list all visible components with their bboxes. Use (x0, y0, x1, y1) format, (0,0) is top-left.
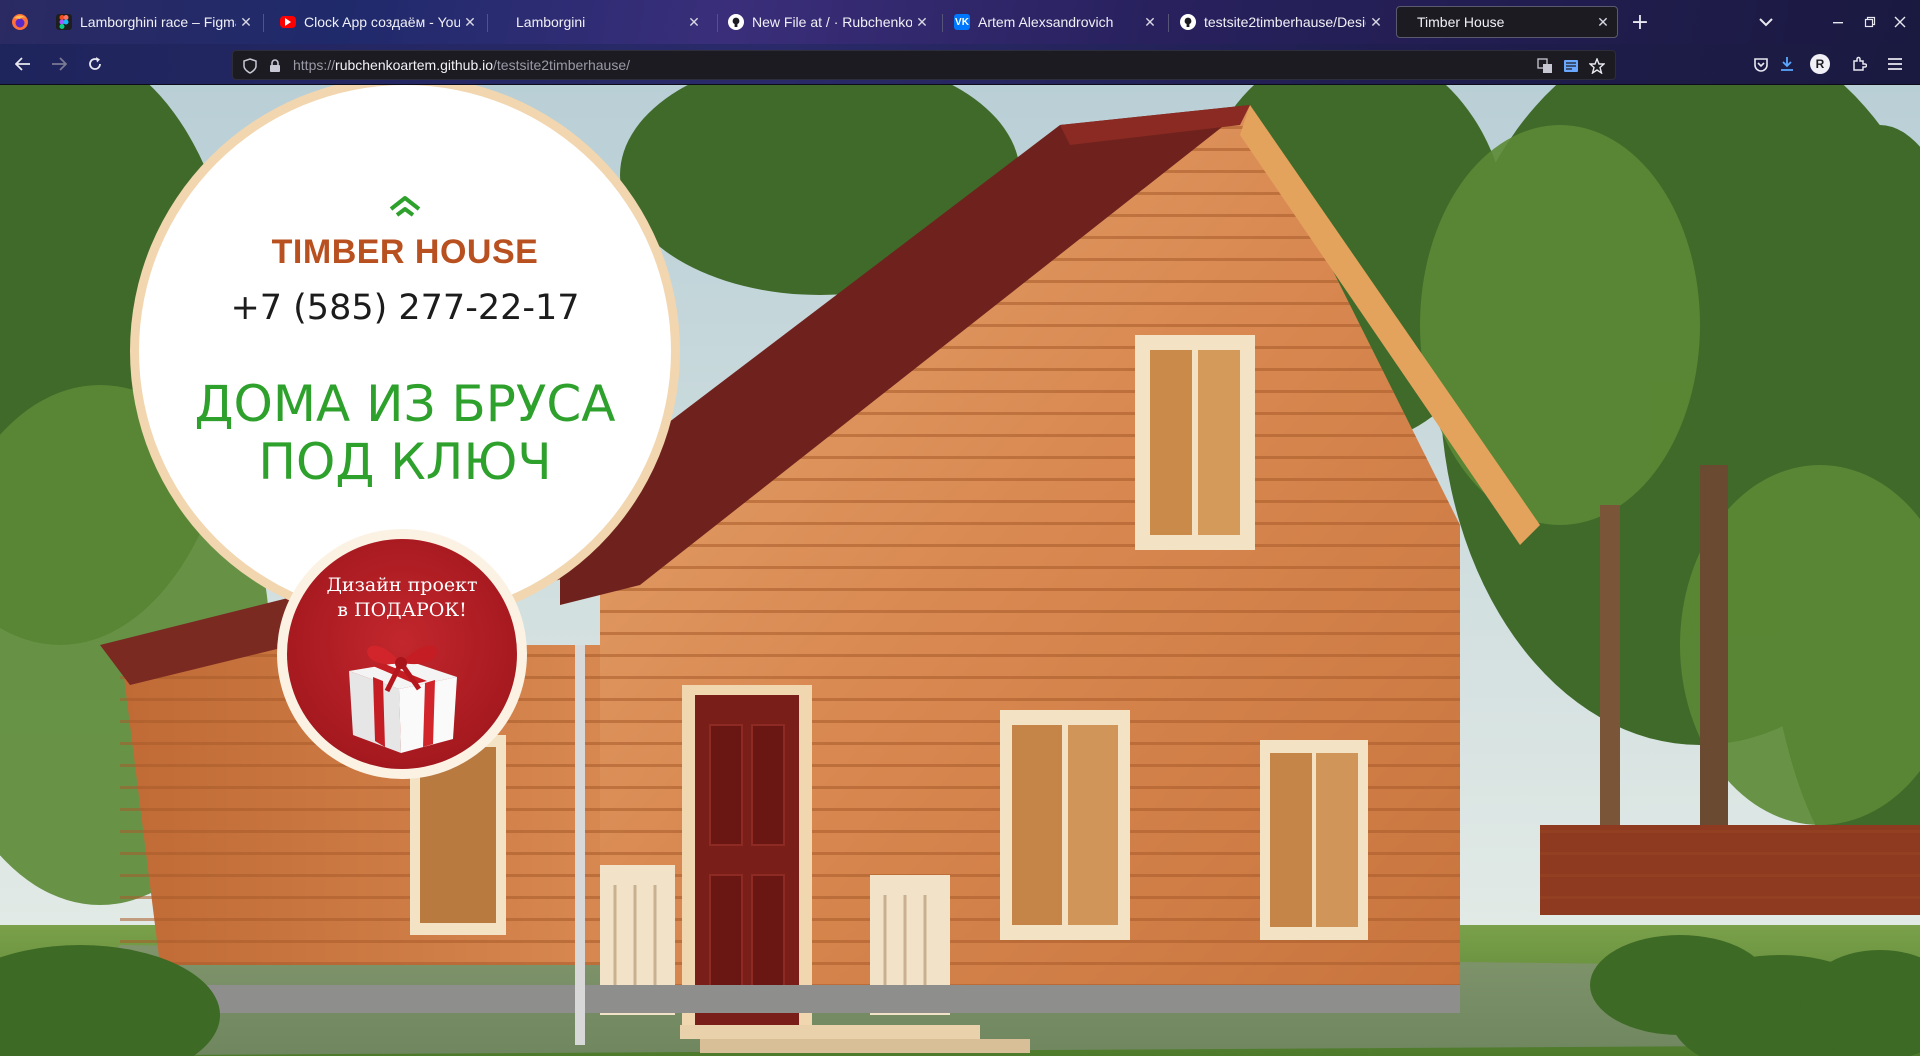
back-icon[interactable] (10, 52, 36, 76)
gift-offer-text: Дизайн проект в ПОДАРОК! (287, 573, 517, 623)
close-window-icon[interactable] (1888, 10, 1912, 34)
account-avatar[interactable]: R (1810, 54, 1830, 74)
tab-title: Timber House (1417, 14, 1505, 30)
blank-page-icon (504, 14, 506, 30)
tab-separator (263, 14, 264, 32)
gift-text-line: в ПОДАРОК! (337, 599, 467, 621)
hero-headline: ДОМА ИЗ БРУСА ПОД КЛЮЧ (139, 375, 671, 491)
url-bar[interactable]: https://rubchenkoartem.github.io/testsit… (232, 50, 1616, 80)
tab-title: Artem Alexsandrovich (978, 14, 1114, 30)
menu-icon[interactable] (1882, 52, 1908, 76)
bookmark-manager-icon[interactable] (1748, 52, 1774, 76)
list-all-tabs-icon[interactable] (1752, 10, 1780, 34)
fence (1540, 825, 1920, 915)
gift-box-icon (339, 631, 465, 755)
tab-github-design[interactable]: testsite2timberhause/Design ✕ (1170, 6, 1390, 38)
gift-offer-badge[interactable]: Дизайн проект в ПОДАРОК! (277, 529, 527, 779)
star-icon[interactable] (1587, 56, 1607, 76)
close-icon[interactable]: ✕ (460, 14, 480, 31)
tab-bar: Lamborghini race – Figma ✕ Clock App соз… (0, 0, 1920, 44)
gift-text-line: Дизайн проект (326, 574, 478, 596)
close-icon[interactable]: ✕ (912, 14, 932, 31)
new-tab-icon[interactable]: + (1626, 10, 1654, 35)
close-icon[interactable]: ✕ (684, 14, 704, 31)
tab-figma[interactable]: Lamborghini race – Figma ✕ (46, 6, 260, 38)
reload-icon[interactable] (82, 52, 108, 76)
close-icon[interactable]: ✕ (1593, 14, 1613, 31)
phone-number[interactable]: +7 (585) 277-22-17 (139, 288, 671, 328)
close-icon[interactable]: ✕ (1140, 14, 1160, 31)
tab-title: Lamborghini race – Figma (80, 14, 236, 30)
github-icon (1180, 14, 1196, 30)
extensions-icon[interactable] (1846, 52, 1872, 76)
firefox-icon[interactable] (8, 10, 32, 34)
blank-page-icon (1407, 14, 1409, 30)
translate-icon[interactable] (1535, 56, 1555, 76)
url-scheme: https:// (293, 57, 336, 73)
headline-line: ДОМА ИЗ БРУСА (194, 375, 616, 433)
headline-line: ПОД КЛЮЧ (258, 433, 552, 491)
url-text[interactable]: https://rubchenkoartem.github.io/testsit… (293, 57, 630, 73)
brand-name[interactable]: TIMBER HOUSE (139, 233, 671, 272)
house-logo-icon[interactable] (389, 195, 421, 217)
minimize-icon[interactable] (1826, 10, 1850, 34)
tab-title: testsite2timberhause/Design (1204, 14, 1366, 30)
restore-icon[interactable] (1858, 10, 1882, 34)
tab-timber-house[interactable]: Timber House ✕ (1396, 6, 1618, 38)
tab-lamborgini[interactable]: Lamborgini ✕ (494, 6, 708, 38)
tab-separator (1168, 14, 1169, 32)
close-icon[interactable]: ✕ (236, 14, 256, 31)
lock-icon[interactable] (267, 57, 283, 75)
tab-separator (942, 14, 943, 32)
reader-view-icon[interactable] (1561, 56, 1581, 76)
tab-github-newfile[interactable]: New File at / · RubchenkoArtem ✕ (718, 6, 936, 38)
downloads-icon[interactable] (1774, 52, 1800, 76)
close-icon[interactable]: ✕ (1366, 14, 1386, 31)
youtube-icon (280, 16, 296, 28)
tab-title: New File at / · RubchenkoArtem (752, 14, 912, 30)
page-viewport: TIMBER HOUSE +7 (585) 277-22-17 ДОМА ИЗ … (0, 85, 1920, 1056)
github-icon (728, 14, 744, 30)
gift-badge-inner: Дизайн проект в ПОДАРОК! (287, 539, 517, 769)
tab-title: Lamborgini (516, 14, 586, 30)
tab-title: Clock App создаём - YouTube (304, 14, 460, 30)
url-host: rubchenkoartem.github.io (335, 57, 494, 73)
figma-icon (56, 14, 72, 30)
forward-icon[interactable] (46, 52, 72, 76)
vk-icon: VK (954, 14, 970, 30)
shield-icon[interactable] (241, 57, 259, 75)
tab-separator (487, 14, 488, 32)
tab-vk[interactable]: VK Artem Alexsandrovich ✕ (944, 6, 1164, 38)
tab-youtube[interactable]: Clock App создаём - YouTube ✕ (270, 6, 484, 38)
url-path: /testsite2timberhause/ (493, 57, 630, 73)
